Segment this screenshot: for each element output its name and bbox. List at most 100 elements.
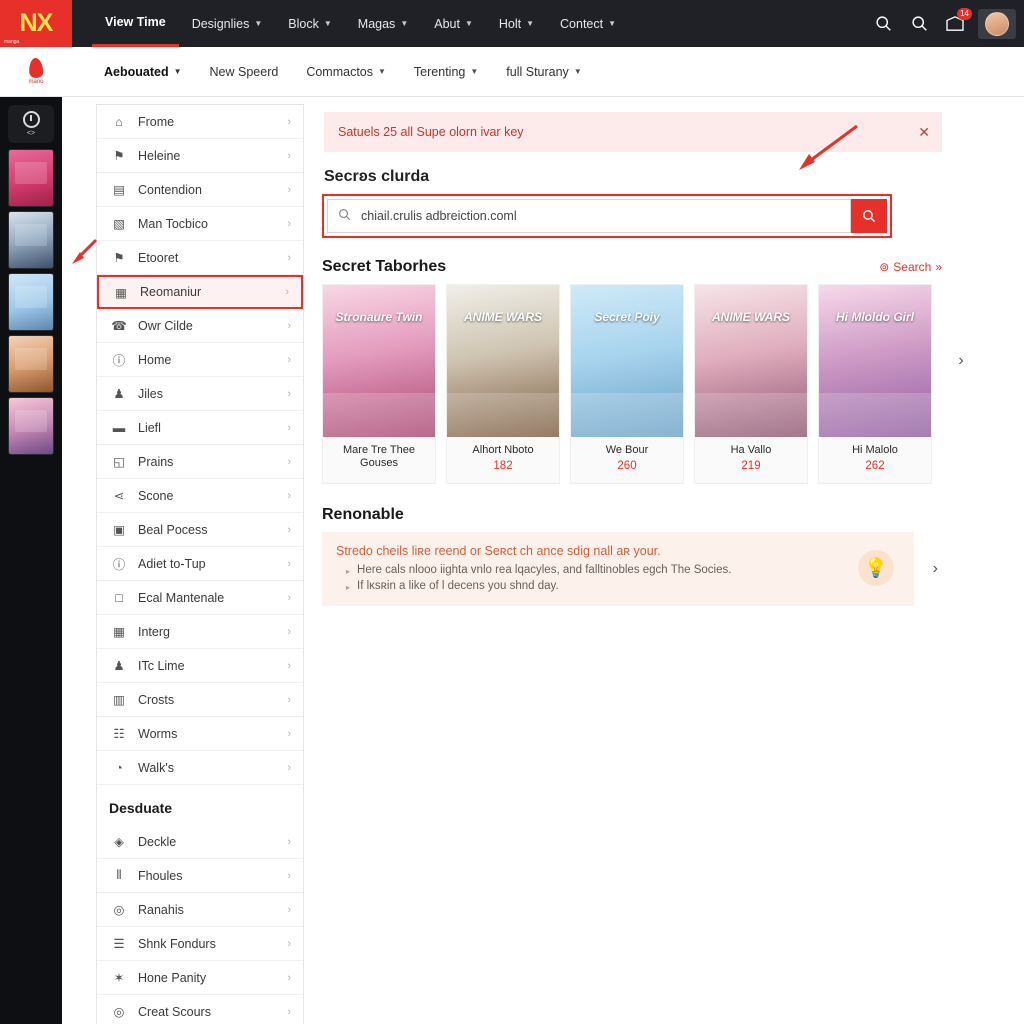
sidebar-label-11: Scone [138,488,174,503]
card-item[interactable]: ANIME WARS Alhort Nboto 182 [446,284,560,484]
search-container [322,194,892,238]
card-item[interactable]: Hi Mloldo Girl Hi Malolo 262 [818,284,932,484]
topnav-item-2[interactable]: Block ▼ [275,0,345,47]
topnav-label-0: View Time [105,15,166,29]
chart-icon: ☷ [113,727,125,741]
search-submit-button[interactable] [851,199,887,233]
subnav-label-3: Terenting [413,64,466,79]
sidebar-label-7: Home [138,352,172,367]
topnav-label-3: Magas [357,16,396,31]
card-title: Ha Vallo [730,444,772,456]
chevron-right-icon: › [287,387,291,400]
sidebar-item-reomaniur[interactable]: ▦ Reomaniur › [97,275,303,309]
sidebar-item-jiles[interactable]: ♟ Jiles › [97,377,303,411]
section-more-link[interactable]: ⊚ Search » [879,260,942,274]
card-cover-band [819,393,931,437]
search-icon[interactable] [870,11,896,37]
topnav-item-0[interactable]: View Time [92,0,179,47]
sidebar-label-5: Reomaniur [140,285,202,299]
topnav-item-6[interactable]: Contect ▼ [547,0,629,47]
clock-icon [22,111,40,128]
topnav-item-4[interactable]: Abut ▼ [421,0,486,47]
subnav-item-4[interactable]: full Sturany ▼ [494,59,593,85]
rail-code-button[interactable]: <> [8,105,54,143]
chevron-right-icon: › [287,869,291,882]
card-item[interactable]: ANIME WARS Ha Vallo 219 [694,284,808,484]
card-item[interactable]: Secret Poiy We Bour 260 [570,284,684,484]
sidebar-item-fhoules[interactable]: ⦀ Fhoules › [97,859,303,893]
sidebar-item-home[interactable]: ⓘ Home › [97,343,303,377]
sidebar-item-crosts[interactable]: ▥ Crosts › [97,683,303,717]
subnav-label-0: Aebouated [104,64,169,79]
carousel-next-button[interactable]: › [951,346,971,376]
sidebar-item-hone-panity[interactable]: ✶ Hone Panity › [97,961,303,995]
sidebar-item-worms[interactable]: ☷ Worms › [97,717,303,751]
square-icon: □ [115,590,123,605]
topnav-item-3[interactable]: Magas ▼ [345,0,421,47]
chevron-right-icon: › [287,319,291,332]
sidebar-item-man-tocbico[interactable]: ▧ Man Tocbico › [97,207,303,241]
sidebar-item-heleine[interactable]: ⚑ Heleine › [97,139,303,173]
site-logo[interactable]: NX manga [0,0,72,47]
chevron-right-icon: › [287,353,291,366]
person-icon: ♟ [113,659,125,673]
topnav-item-5[interactable]: Holt ▼ [486,0,547,47]
rail-thumbnail-3[interactable] [8,273,54,331]
sidebar-item-prains[interactable]: ◱ Prains › [97,445,303,479]
close-icon[interactable]: ✕ [918,124,930,141]
avatar[interactable] [978,8,1016,39]
search-input[interactable] [359,208,840,224]
subnav-label-1: New Speerd [209,64,279,79]
card-count: 260 [617,460,637,472]
sidebar-item-frome[interactable]: ⌂ Frome › [97,105,303,139]
compass-icon: ◎ [113,903,125,917]
card-body: We Bour 260 [571,437,683,482]
sidebar2-label-3: Shnk Fondurs [138,936,216,951]
sidebar-item-ranahis[interactable]: ◎ Ranahis › [97,893,303,927]
sidebar-item-contendion[interactable]: ▤ Contendion › [97,173,303,207]
brand-logo[interactable]: mano [0,47,72,97]
columns-icon: ⦀ [116,868,122,882]
sidebar-item-liefl[interactable]: ▬ Liefl › [97,411,303,445]
chevron-down-icon: ▼ [323,19,332,28]
rail-thumbnail-2[interactable] [8,211,54,269]
sidebar-item-scone[interactable]: ⋖ Scone › [97,479,303,513]
sidebar-item-ecal-mantenale[interactable]: □ Ecal Mantenale › [97,581,303,615]
search-alt-icon[interactable] [906,11,932,37]
panel-next-button[interactable]: › [933,560,938,578]
sidebar-item-adiet-to-tup[interactable]: ⓘ Adiet to-Tup › [97,547,303,581]
sidebar-item-walks[interactable]: ◔ Walk's › [97,751,303,785]
sidebar-item-beal-pocess[interactable]: ▣ Beal Pocess › [97,513,303,547]
topnav-item-1[interactable]: Designlies ▼ [179,0,276,47]
rail-thumbnail-5[interactable] [8,397,54,455]
subnav-item-1[interactable]: New Speerd [198,59,291,85]
chevron-right-icon: › [287,183,291,196]
triangle-bullet-icon: ▸ [346,583,351,592]
sidebar-item-interg[interactable]: ▦ Interg › [97,615,303,649]
sidebar-item-owr-cilde[interactable]: ☎ Owr Cilde › [97,309,303,343]
sidebar-label-9: Liefl [138,420,161,435]
card-body: Alhort Nboto 182 [447,437,559,482]
subnav-item-0[interactable]: Aebouated ▼ [92,59,194,85]
rail-thumbnail-1[interactable] [8,149,54,207]
rail-thumbnail-4[interactable] [8,335,54,393]
sidebar-label-13: Adiet to-Tup [138,556,206,571]
sidebar-item-creat-scours[interactable]: ◎ Creat Scours › [97,995,303,1024]
subnav-item-3[interactable]: Terenting ▼ [402,59,490,85]
book-open-icon: ▦ [115,285,127,300]
sidebar-label-1: Heleine [138,148,181,163]
logo-text: NX [19,9,54,37]
sidebar-item-etooret[interactable]: ⚑ Etooret › [97,241,303,275]
image-icon: ◱ [113,455,125,469]
sidebar-item-deckle[interactable]: ◈ Deckle › [97,825,303,859]
sidebar-item-itc-lime[interactable]: ♟ ITc Lime › [97,649,303,683]
subnav-item-2[interactable]: Commactos ▼ [294,59,398,85]
sidebar-label-14: Ecal Mantenale [138,590,225,605]
secondary-navigation-bar: mano Aebouated ▼ New Speerd Commactos ▼ Te… [0,47,1024,97]
sidebar-item-shnk-fondurs[interactable]: ☰ Shnk Fondurs › [97,927,303,961]
inbox-icon[interactable]: 14 [942,7,972,37]
card-icon: ▤ [113,183,125,197]
card-item[interactable]: Stronaure Twin Mare Tre Thee Gouses [322,284,436,484]
search-field-wrapper[interactable] [327,199,851,233]
sidebar-label-15: Interg [138,624,170,639]
